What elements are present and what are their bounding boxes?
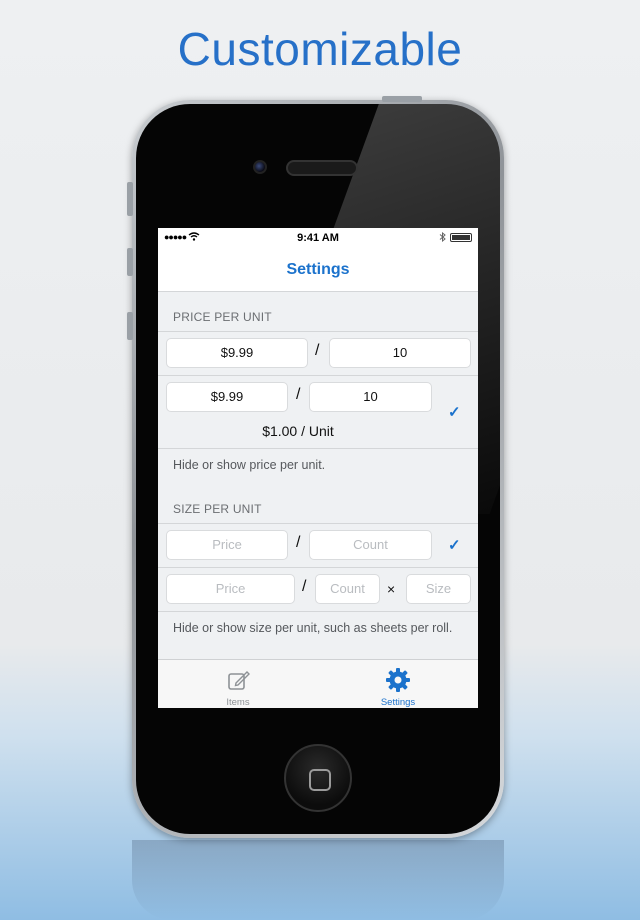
checkmark-icon: ✓ [448,404,461,421]
navigation-bar: Settings [158,248,478,292]
checkmark-icon: ✓ [448,537,461,554]
price-field[interactable]: $9.99 [166,382,288,412]
page-title: Settings [286,261,350,278]
tab-bar: Items Settings [158,659,478,708]
tab-items[interactable]: Items [158,660,318,708]
app-screen: ●●●●● 9:41 AM Settings PRICE PER UNIT $9… [158,228,478,708]
phone-reflection [132,840,504,920]
size-row-option-2[interactable]: Price / Count × Size [158,567,478,611]
price-field[interactable]: Price [166,574,295,604]
headline: Customizable [177,23,463,75]
size-field[interactable]: Size [406,574,471,604]
divide-separator: / [296,534,301,551]
bluetooth-icon [439,232,446,242]
price-row-option-2[interactable]: $9.99 / 10 $1.00 / Unit ✓ [158,375,478,448]
price-field[interactable]: $9.99 [166,338,308,368]
divide-separator: / [296,386,301,403]
price-section-header: PRICE PER UNIT [173,310,272,324]
count-field[interactable]: Count [315,574,380,604]
tab-settings-label: Settings [380,697,416,708]
tab-items-label: Items [226,697,250,708]
volume-up-button [127,248,133,276]
price-row-option-1[interactable]: $9.99 / 10 [158,331,478,375]
times-separator: × [387,581,396,597]
home-square-icon [309,769,331,791]
camera-icon [253,160,267,174]
power-button [382,96,422,102]
unit-price-result: $1.00 / Unit [262,423,334,439]
size-row-option-1[interactable]: Price / Count ✓ [158,523,478,567]
status-time: 9:41 AM [297,232,339,244]
size-section-header: SIZE PER UNIT [173,502,262,516]
count-field[interactable]: 10 [329,338,471,368]
price-section-note: Hide or show price per unit. [173,458,326,472]
home-button[interactable] [284,744,352,812]
tab-settings[interactable]: Settings [318,660,478,708]
compose-icon [228,671,250,690]
divide-separator: / [302,578,307,595]
speaker-grille [286,160,358,176]
gear-icon [386,668,410,692]
volume-down-button [127,312,133,340]
count-field[interactable]: 10 [309,382,432,412]
status-bar: ●●●●● 9:41 AM [158,228,478,248]
battery-icon [450,232,472,242]
price-section-footer: Hide or show price per unit. SIZE PER UN… [158,448,478,518]
size-section-footer: Hide or show size per unit, such as shee… [158,611,478,659]
status-right [439,232,472,242]
mute-switch [127,182,133,216]
count-field[interactable]: Count [309,530,432,560]
size-section-note: Hide or show size per unit, such as shee… [173,621,453,635]
divide-separator: / [315,342,320,359]
price-field[interactable]: Price [166,530,288,560]
